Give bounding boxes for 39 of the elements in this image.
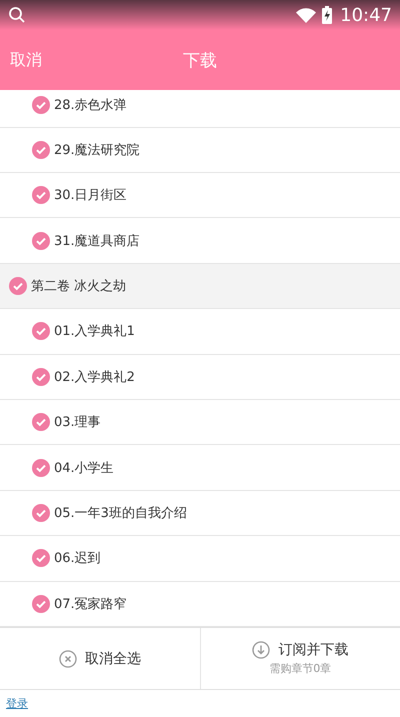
chapter-title: 07.冤家路窄 [54,596,127,613]
chapter-title: 02.入学典礼2 [54,368,135,386]
deselect-all-label: 取消全选 [84,650,141,668]
chapter-row[interactable]: 29.魔法研究院 [0,128,400,174]
chapters-to-buy-note: 需购章节0章 [269,661,332,676]
checkmark-icon[interactable] [32,504,50,522]
volume-row[interactable]: 第二卷 冰火之劫 [0,264,400,310]
chapter-title: 03.理事 [54,414,101,432]
chapter-title: 01.入学典礼1 [54,323,135,340]
checkmark-icon[interactable] [32,322,50,340]
chapter-title: 05.一年3班的自我介绍 [54,505,187,522]
wifi-icon [296,8,316,22]
close-icon [58,650,77,668]
chapter-title: 29.魔法研究院 [54,142,140,159]
checkmark-icon[interactable] [32,186,50,204]
chapter-row[interactable]: 07.冤家路窄 [0,582,400,627]
chapter-title: 06.迟到 [54,550,101,568]
search-icon[interactable] [8,6,26,24]
subscribe-download-label: 订阅并下载 [278,641,348,659]
checkmark-icon[interactable] [32,413,50,432]
chapter-title: 30.日月街区 [54,187,127,204]
checkmark-icon[interactable] [9,277,27,296]
checkmark-icon[interactable] [32,458,50,477]
battery-charging-icon [322,6,332,24]
checkmark-icon[interactable] [32,96,50,114]
chapter-row[interactable]: 02.入学典礼2 [0,354,400,400]
download-icon [252,641,270,659]
chapter-title: 04.小学生 [54,460,114,477]
checkmark-icon[interactable] [32,368,50,386]
login-link[interactable]: 登录 [6,696,28,711]
checkmark-icon[interactable] [32,594,50,613]
volume-title: 第二卷 冰火之劫 [31,278,126,296]
clock-time: 10:47 [340,4,392,26]
chapter-title: 28.赤色水弹 [54,96,127,114]
checkmark-icon[interactable] [32,549,50,568]
checkmark-icon[interactable] [32,232,50,250]
checkmark-icon[interactable] [32,140,50,159]
page-title: 下载 [183,50,217,72]
chapter-title: 31.魔道具商店 [54,232,140,250]
